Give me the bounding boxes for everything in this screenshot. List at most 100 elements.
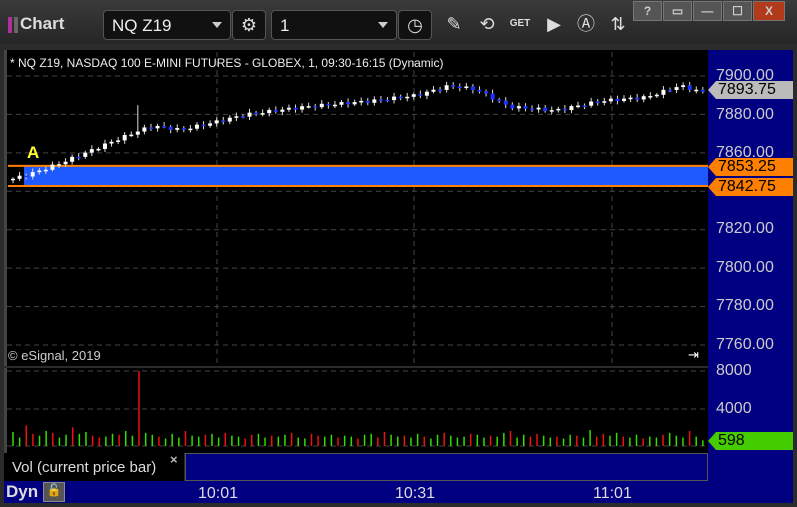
candle-body [227,117,232,122]
candle-body [201,124,206,127]
candle-body [326,103,331,106]
candle-body [96,148,101,151]
candle-body [668,89,672,92]
lock-icon[interactable]: 🔓 [43,482,65,502]
candle-body [490,93,495,100]
candle-body [148,127,153,129]
close-study-button[interactable]: × [170,452,178,467]
price-label: 7800.00 [716,259,774,276]
candle-body [589,101,594,106]
candle-body [484,91,489,94]
candle-body [556,108,561,111]
candle-body [516,106,521,109]
candle-body [569,106,574,111]
candle-body [313,106,318,108]
volume-study-label: Vol (current price bar) [4,453,184,481]
candle-body [628,97,633,100]
candle-body [234,116,239,118]
candle-body [464,86,469,89]
candle-body [674,87,679,91]
candle-body [595,101,600,104]
candle-body [37,170,42,173]
time-label: 10:31 [395,485,436,502]
candle-body [622,98,627,101]
candle-body [188,128,193,131]
candle-body [648,96,653,98]
candle-body [523,106,528,109]
candle-body [122,135,127,141]
candle-body [510,104,515,109]
candle-body [267,109,272,114]
candle-body [83,152,88,157]
candle-body [162,125,167,128]
candle-body [56,164,61,166]
chart-info: * NQ Z19, NASDAQ 100 E-MINI FUTURES - GL… [10,56,444,70]
candle-body [582,105,587,108]
candle-body [11,178,15,181]
candle-body [543,107,548,112]
candle-body [536,107,541,110]
candle-body [352,102,357,105]
candle-body [503,100,508,105]
chart-canvas [7,52,708,447]
candle-body [615,98,620,101]
candle-body [635,97,640,100]
candle-body [260,113,265,115]
candle-body [641,96,646,100]
candle-body [175,128,180,130]
candle-body [240,116,245,118]
candle-body [214,120,219,124]
candle-body [378,99,383,101]
candle-body [418,94,423,96]
last-price-tag: 7893.75 [708,81,793,99]
candle-body [438,89,443,92]
candle-body [286,107,291,110]
candle-body [30,172,35,177]
dynamic-mode-label[interactable]: Dyn [6,482,38,502]
candle-body [319,103,324,108]
candle-body [681,85,686,88]
candle-body [63,161,68,165]
candle-body [306,106,311,108]
volume-label-text: Vol (current price bar) [12,459,157,476]
scroll-to-end-icon[interactable]: ⇥ [688,347,699,363]
price-label: 7780.00 [716,297,774,314]
candle-body [385,99,390,102]
copyright: © eSignal, 2019 [8,348,101,363]
candle-body [109,141,114,144]
candle-body [247,112,252,117]
band-top-tag: 7853.25 [708,158,793,176]
candle-body [194,124,199,129]
price-label: 7820.00 [716,220,774,237]
candle-body [372,99,377,103]
candle-body [339,102,344,105]
candle-body [280,109,285,112]
candle-body [530,108,535,111]
time-label: 11:01 [593,485,632,502]
volume-label-strip [185,453,708,481]
candle-body [116,140,121,142]
candle-body [155,125,160,129]
candle-body [477,90,482,92]
candle-body [293,107,298,110]
candle-body [687,85,692,90]
candle-body [398,96,403,99]
volume-axis-label: 8000 [716,362,752,379]
candle-body [24,175,29,178]
marker-a: A [27,143,40,162]
candle-body [694,89,699,92]
price-label: 7760.00 [716,336,774,353]
candle-body [102,143,107,149]
candle-body [608,98,613,102]
candle-body [444,85,449,90]
candle-body [89,149,94,153]
candle-body [135,131,140,135]
candle-body [50,164,55,170]
candle-body [168,126,173,130]
candle-body [470,86,475,91]
candle-body [562,108,567,111]
band-bottom-tag: 7842.75 [708,178,793,196]
candle-body [457,86,462,89]
candle-body [497,99,502,102]
candle-body [273,109,278,112]
